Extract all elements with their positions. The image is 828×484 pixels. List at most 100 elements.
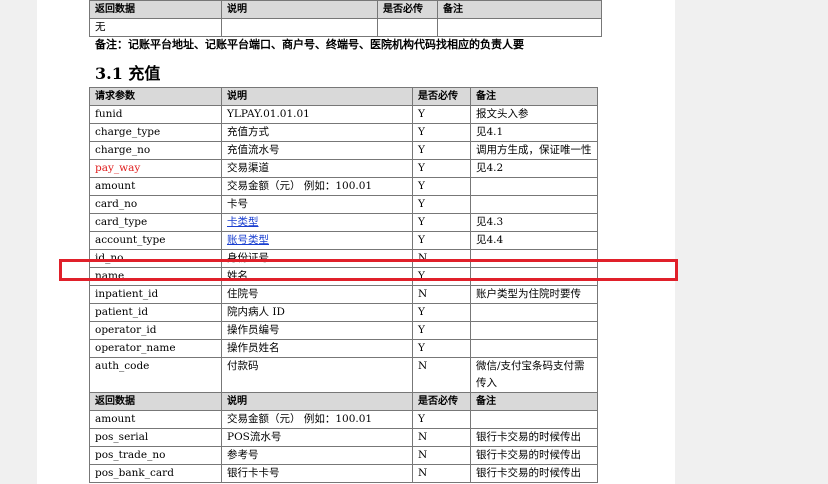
- cell-text: 院内病人 ID: [227, 306, 285, 318]
- table-row: amount 交易金额（元） 例如：100.01 Y: [89, 410, 598, 429]
- table-cell: pay_way: [89, 159, 222, 178]
- table-cell: [221, 18, 378, 37]
- table-cell: 调用方生成，保证唯一性: [470, 141, 598, 160]
- table-row: 无: [89, 18, 602, 37]
- table-row: pay_way 交易渠道 Y 见4.2: [89, 159, 598, 178]
- table-cell: funid: [89, 105, 222, 124]
- cell-text: N: [418, 449, 428, 461]
- cell-text: 卡号: [227, 198, 248, 210]
- table-cell: 充值方式: [221, 123, 413, 142]
- table-cell[interactable]: 卡类型: [221, 213, 413, 232]
- cell-text: 充值流水号: [227, 144, 280, 156]
- cell-text: Y: [418, 342, 425, 354]
- header-cell: 返回数据: [89, 392, 222, 411]
- table-cell: 操作员编号: [221, 321, 413, 340]
- doc-link[interactable]: 账号类型: [227, 234, 269, 246]
- highlight-box: [59, 259, 678, 281]
- cell-text: 见4.4: [476, 234, 504, 246]
- doc-link[interactable]: 卡类型: [227, 216, 259, 228]
- cell-text: POS流水号: [227, 431, 282, 443]
- cell-text: Y: [418, 413, 425, 425]
- cell-text: 账户类型为住院时要传: [476, 288, 581, 300]
- cell-text: N: [418, 288, 428, 300]
- table-cell: operator_name: [89, 339, 222, 358]
- table-header-row: 返回数据 说明 是否必传 备注: [89, 0, 602, 19]
- table-cell: [470, 195, 598, 214]
- cell-text: 交易渠道: [227, 162, 269, 174]
- table-cell: POS流水号: [221, 428, 413, 447]
- cell-text: card_type: [95, 216, 148, 228]
- table-cell: [377, 18, 438, 37]
- table-cell: Y: [412, 141, 471, 160]
- note-text: 备注：记账平台地址、记账平台端口、商户号、终端号、医院机构代码找相应的负责人要: [95, 38, 524, 51]
- cell-text: N: [418, 467, 428, 479]
- header-cell: 返回数据: [89, 0, 222, 19]
- cell-text: 银行卡卡号: [227, 467, 280, 479]
- cell-text: 返回数据: [95, 396, 135, 407]
- table-cell: Y: [412, 105, 471, 124]
- cell-text: Y: [418, 216, 425, 228]
- table-cell: 院内病人 ID: [221, 303, 413, 322]
- cell-text: Y: [418, 234, 425, 246]
- cell-text: 备注: [476, 91, 496, 102]
- cell-text: 说明: [227, 396, 247, 407]
- cell-text: Y: [418, 324, 425, 336]
- table-cell: pos_serial: [89, 428, 222, 447]
- table-cell: N: [412, 285, 471, 304]
- header-cell: 是否必传: [412, 87, 471, 106]
- table-cell: 账户类型为住院时要传: [470, 285, 598, 304]
- cell-text: 银行卡交易的时候传出: [476, 449, 581, 461]
- table-cell: Y: [412, 303, 471, 322]
- table-cell: account_type: [89, 231, 222, 250]
- cell-text: 报文头入参: [476, 108, 529, 120]
- table-cell: card_type: [89, 213, 222, 232]
- table-cell[interactable]: 账号类型: [221, 231, 413, 250]
- table-cell: 微信/支付宝条码支付需传入: [470, 357, 598, 393]
- cell-text: pos_trade_no: [95, 449, 166, 461]
- table-cell: 住院号: [221, 285, 413, 304]
- cell-text: Y: [418, 198, 425, 210]
- table-cell: YLPAY.01.01.01: [221, 105, 413, 124]
- header-cell: 备注: [437, 0, 602, 19]
- table-cell: 参考号: [221, 446, 413, 465]
- cell-text: 是否必传: [418, 396, 458, 407]
- table-cell: 银行卡交易的时候传出: [470, 428, 598, 447]
- cell-text: 说明: [227, 91, 247, 102]
- cell-text: Y: [418, 108, 425, 120]
- cell-text: 操作员编号: [227, 324, 280, 336]
- cell-text: Y: [418, 126, 425, 138]
- table-cell: 交易金额（元） 例如：100.01: [221, 177, 413, 196]
- top-return-table: 返回数据 说明 是否必传 备注 无: [89, 0, 602, 37]
- table-row: auth_code 付款码 N 微信/支付宝条码支付需传入: [89, 357, 598, 393]
- table-row: pos_trade_no 参考号 N 银行卡交易的时候传出: [89, 446, 598, 465]
- table-row: pos_serial POS流水号 N 银行卡交易的时候传出: [89, 428, 598, 447]
- table-cell: N: [412, 428, 471, 447]
- cell-text: Y: [418, 180, 425, 192]
- table-row: pos_bank_card 银行卡卡号 N 银行卡交易的时候传出: [89, 464, 598, 483]
- table-cell: 见4.1: [470, 123, 598, 142]
- table-cell: 报文头入参: [470, 105, 598, 124]
- cell-text: 充值方式: [227, 126, 269, 138]
- cell-text: Y: [418, 144, 425, 156]
- cell-text: 备注: [476, 396, 496, 407]
- table-cell: 卡号: [221, 195, 413, 214]
- table-cell: amount: [89, 410, 222, 429]
- table-cell: Y: [412, 159, 471, 178]
- table-cell: 付款码: [221, 357, 413, 393]
- cell-text: Y: [418, 306, 425, 318]
- table-cell: [470, 303, 598, 322]
- table-cell: 银行卡交易的时候传出: [470, 446, 598, 465]
- table-cell: Y: [412, 213, 471, 232]
- table-cell: 见4.4: [470, 231, 598, 250]
- table-cell: Y: [412, 195, 471, 214]
- cell-text: 操作员姓名: [227, 342, 280, 354]
- header-cell: 说明: [221, 0, 378, 19]
- cell-text: 是否必传: [418, 91, 458, 102]
- table-cell: 见4.2: [470, 159, 598, 178]
- table-cell: charge_type: [89, 123, 222, 142]
- table-cell: [470, 410, 598, 429]
- header-cell: 备注: [470, 87, 598, 106]
- section-heading: 3.1 充值: [95, 64, 161, 83]
- table-cell: Y: [412, 177, 471, 196]
- table-cell: card_no: [89, 195, 222, 214]
